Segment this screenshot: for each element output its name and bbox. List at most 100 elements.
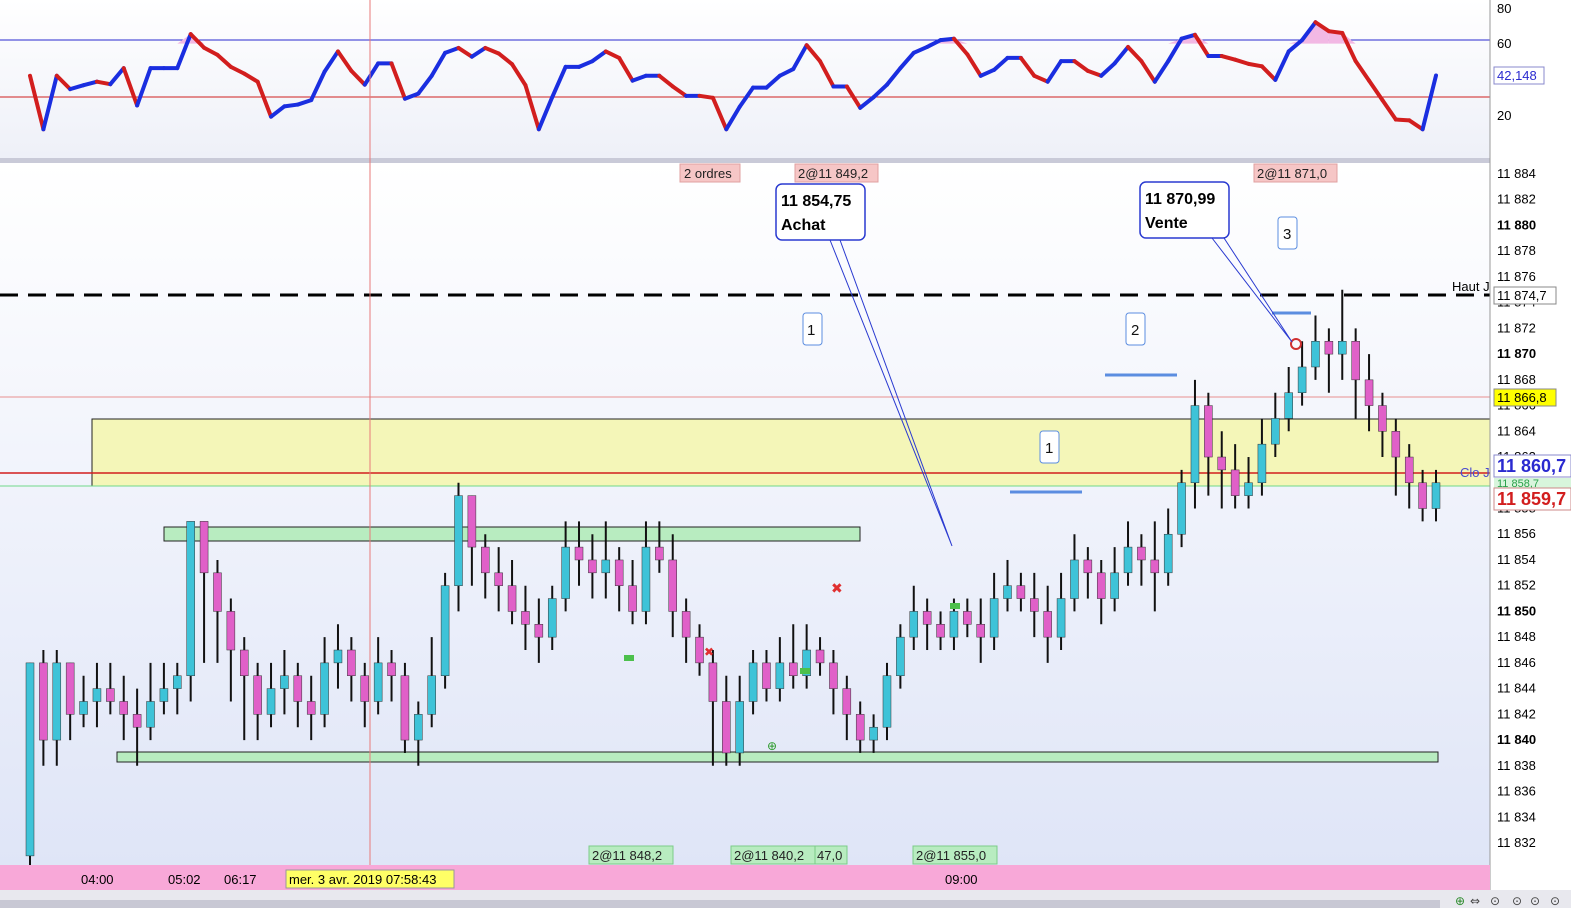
rsi-segment <box>282 102 300 109</box>
candle-body <box>1431 482 1441 509</box>
candle-body <box>695 636 704 664</box>
last-price-red-tag: 11 859,7 <box>1493 487 1571 511</box>
zoom-in-icon[interactable]: ⊙ <box>1530 894 1540 908</box>
rsi-segment <box>1246 61 1264 69</box>
candle-body <box>146 701 155 728</box>
candle-body <box>748 662 758 702</box>
candle-body <box>882 675 892 728</box>
candle-body <box>655 546 664 561</box>
clo-j-label: Clo J <box>1460 465 1490 480</box>
candle-body <box>79 701 88 715</box>
candle-body <box>159 688 169 702</box>
counter-label-1: 1 <box>802 312 823 346</box>
candle-body <box>199 521 209 574</box>
candle-body <box>427 675 436 715</box>
candle-body <box>601 559 611 574</box>
candle-body <box>574 546 584 561</box>
price-tick-label: 11 856 <box>1497 526 1536 541</box>
trading-chart[interactable]: ✖ ✖ ⊕ 11 854,75 Achat 11 870,99 Vente 1 … <box>0 0 1571 908</box>
candle-body <box>1096 572 1106 599</box>
candle-body <box>521 611 530 625</box>
svg-text:2@11 871,0: 2@11 871,0 <box>1257 166 1327 181</box>
settings-icon[interactable]: ⊙ <box>1490 894 1500 908</box>
rsi-value-label: 42,148 <box>1497 68 1537 83</box>
candle-body <box>989 598 999 638</box>
price-tick-label: 11 842 <box>1497 706 1536 721</box>
zoom-icon[interactable]: ⊕ <box>1455 894 1465 908</box>
candle-body <box>39 662 48 741</box>
order-tag-bottom-1[interactable]: 2@11 848,2 <box>588 845 674 865</box>
candle-body <box>1043 611 1052 638</box>
candle-body <box>92 688 102 702</box>
candle-body <box>896 636 905 677</box>
candle-body <box>735 701 744 754</box>
zoom-out-icon[interactable]: ⊙ <box>1550 894 1560 908</box>
price-tick-label: 11 836 <box>1497 784 1536 799</box>
candle-body <box>815 649 825 664</box>
arrows-icon[interactable]: ⇔ <box>1470 894 1480 908</box>
candle-body <box>467 495 477 548</box>
order-tag-bottom-3[interactable]: 47,0 <box>814 845 848 865</box>
svg-text:11 859,7: 11 859,7 <box>1497 489 1566 509</box>
order-tag-top-1[interactable]: 2 ordres <box>679 163 741 183</box>
candle-body <box>1123 546 1133 574</box>
price-tick-label: 11 864 <box>1497 423 1536 438</box>
candle-body <box>1271 418 1280 445</box>
price-tick-label: 11 872 <box>1497 320 1536 335</box>
callout-vente-side: Vente <box>1145 215 1188 232</box>
candle-body <box>1244 482 1253 496</box>
svg-text:2@11 849,2: 2@11 849,2 <box>798 166 868 181</box>
candle-body <box>1284 392 1293 419</box>
candle-body <box>1110 572 1119 599</box>
horizontal-scrollbar[interactable] <box>0 900 1440 908</box>
candle-body <box>306 701 316 715</box>
price-tick-label: 11 850 <box>1497 603 1536 618</box>
order-tag-bottom-2[interactable]: 2@11 840,2 <box>730 845 816 865</box>
counter-label-2: 2 <box>1125 312 1146 346</box>
buy-circle-icon: ⊕ <box>767 739 777 753</box>
last-price-blue-tag: 11 860,7 <box>1493 454 1571 478</box>
candle-body <box>266 688 276 715</box>
price-tick-label: 11 848 <box>1497 629 1536 644</box>
callout-vente[interactable]: 11 870,99 Vente <box>1139 181 1230 239</box>
price-tick-label: 11 882 <box>1497 192 1536 207</box>
svg-text:1: 1 <box>1045 440 1053 457</box>
callout-achat-side: Achat <box>781 217 826 234</box>
order-tag-top-3[interactable]: 2@11 871,0 <box>1253 163 1338 183</box>
order-tag-bottom-4[interactable]: 2@11 855,0 <box>912 845 998 865</box>
candle-body <box>293 675 303 702</box>
candle-body <box>936 624 945 638</box>
candle-body <box>173 675 182 689</box>
candle-body <box>239 649 249 676</box>
rsi-panel <box>0 0 1490 158</box>
candle-body <box>963 611 972 625</box>
svg-text:47,0: 47,0 <box>817 848 842 863</box>
rsi-segment <box>1326 29 1345 35</box>
callout-achat[interactable]: 11 854,75 Achat <box>775 183 866 241</box>
search-icon[interactable]: ⊙ <box>1512 894 1522 908</box>
rsi-segment <box>938 36 956 43</box>
candle-body <box>1404 456 1414 484</box>
candle-body <box>1137 546 1146 561</box>
panel-separator <box>0 158 1490 163</box>
candle-body <box>226 611 236 651</box>
candle-body <box>534 624 544 638</box>
price-axis-background <box>1490 0 1571 890</box>
price-tick-label: 11 876 <box>1497 269 1536 284</box>
candle-body <box>65 662 75 715</box>
rsi-tick: 80 <box>1497 1 1511 16</box>
candle-body <box>132 714 142 728</box>
green-order-mark-2 <box>624 655 634 661</box>
candle-body <box>1003 585 1012 599</box>
candle-body <box>454 495 463 586</box>
svg-text:2@11 848,2: 2@11 848,2 <box>592 848 662 863</box>
candle-body <box>333 649 343 664</box>
candle-body <box>360 675 370 702</box>
callout-vente-price: 11 870,99 <box>1145 191 1215 208</box>
candle-body <box>1190 405 1200 484</box>
order-tag-top-2[interactable]: 2@11 849,2 <box>794 163 879 183</box>
rsi-tick: 20 <box>1497 108 1511 123</box>
candle-body <box>320 662 329 715</box>
price-tick-label: 11 868 <box>1497 372 1536 387</box>
price-tick-label: 11 834 <box>1497 809 1536 824</box>
